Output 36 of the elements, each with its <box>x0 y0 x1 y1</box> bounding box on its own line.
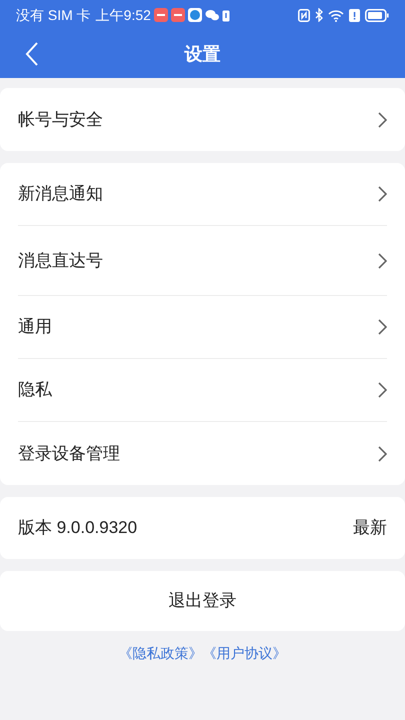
app-notification-icon <box>154 8 168 22</box>
alert-icon <box>349 8 360 22</box>
back-icon <box>25 42 39 66</box>
chevron-right-icon <box>377 319 387 335</box>
row-label: 登录设备管理 <box>18 442 120 465</box>
settings-row[interactable]: 新消息通知 <box>18 163 387 226</box>
wifi-icon <box>328 8 344 22</box>
policy-link[interactable]: 《用户协议》 <box>202 643 286 664</box>
settings-row[interactable]: 帐号与安全 <box>18 88 387 151</box>
chevron-right-icon <box>377 252 387 268</box>
row-label: 消息直达号 <box>18 250 103 272</box>
row-label: 隐私 <box>18 379 52 402</box>
chat-icon <box>204 9 219 21</box>
nfc-icon <box>298 8 310 22</box>
row-label: 帐号与安全 <box>18 108 103 131</box>
chevron-right-icon <box>377 446 387 462</box>
policy-link[interactable]: 《隐私政策》 <box>118 643 202 664</box>
app-notification-icon <box>170 8 185 22</box>
chevron-right-icon <box>377 112 387 128</box>
settings-row[interactable]: 消息直达号 <box>18 226 387 296</box>
settings-row[interactable]: 隐私 <box>18 359 387 422</box>
version-label: 版本 9.0.0.9320 <box>18 517 138 540</box>
chevron-right-icon <box>377 186 387 202</box>
settings-row[interactable]: 登录设备管理 <box>18 422 387 485</box>
status-time: 上午9:52 <box>96 6 151 24</box>
page-title: 设置 <box>184 42 220 66</box>
carrier-text: 没有 SIM 卡 <box>16 6 91 24</box>
logout-button[interactable]: 退出登录 <box>0 571 405 631</box>
row-label: 新消息通知 <box>18 183 103 206</box>
bluetooth-icon <box>315 8 323 22</box>
chevron-right-icon <box>377 382 387 398</box>
battery-alert-icon <box>222 8 230 22</box>
battery-icon <box>365 8 389 22</box>
version-status: 最新 <box>353 517 387 540</box>
settings-row[interactable]: 通用 <box>18 296 387 359</box>
row-label: 通用 <box>18 316 52 338</box>
